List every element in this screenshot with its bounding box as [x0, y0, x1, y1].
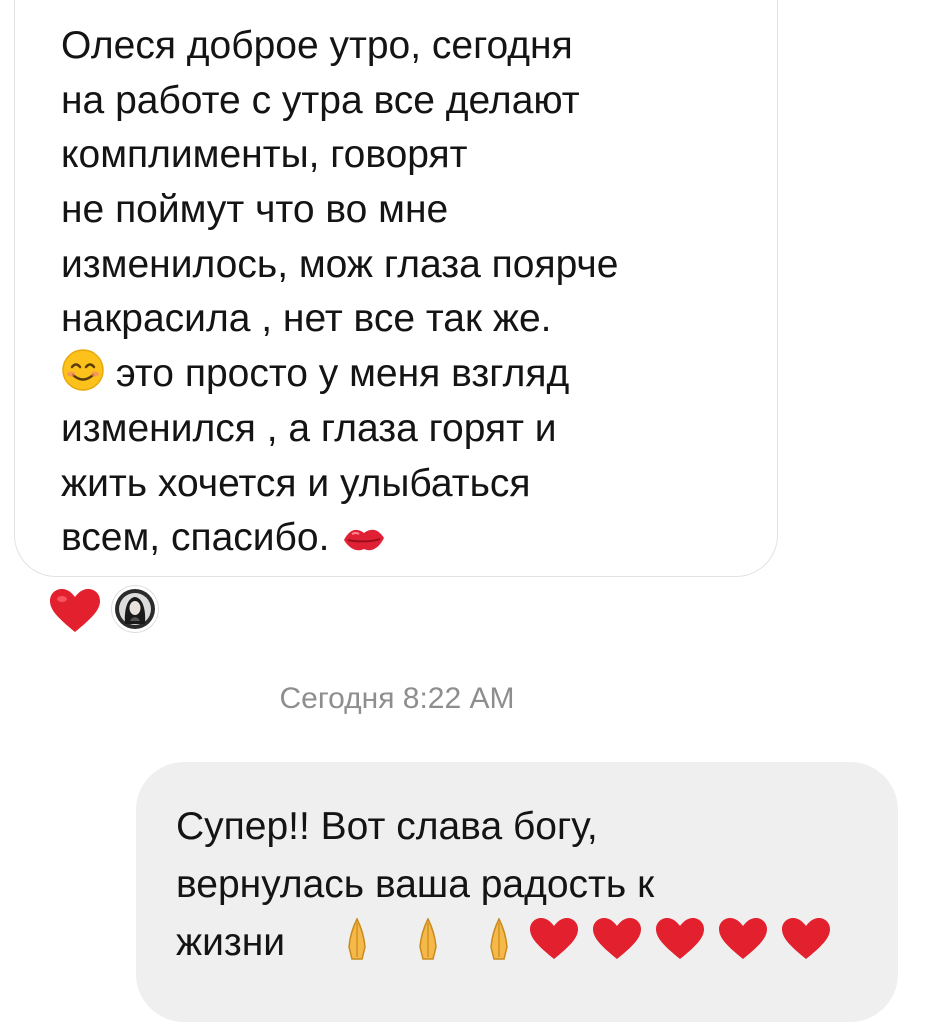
smiling-face-icon — [61, 348, 105, 408]
message-line: изменился , а глаза горят и — [61, 406, 557, 450]
message-line-with-emoji: это просто у меня взгляд — [61, 347, 618, 402]
message-line: не поймут что во мне — [61, 188, 449, 232]
message-line: вернулась ваша радость к — [176, 863, 655, 906]
message-line: накрасила , нет все так же. — [61, 297, 552, 341]
message-line: комплименты, говорят — [61, 133, 468, 177]
message-line: Супер!! Вот слава богу, — [176, 805, 598, 848]
red-heart-icon — [654, 917, 706, 978]
message-line: всем, спасибо. — [61, 516, 330, 560]
received-message-bubble[interactable]: Олеся доброе утро, сегодня на работе с у… — [14, 0, 778, 577]
red-heart-icon — [717, 917, 769, 978]
kiss-lips-icon — [340, 517, 388, 572]
message-line: на работе с утра все делают — [61, 78, 580, 122]
message-line-with-emoji: жизни — [176, 914, 832, 972]
message-line: жизни — [176, 921, 286, 964]
message-line-with-emoji: всем, спасибо. — [61, 511, 618, 566]
message-timestamp: Сегодня 8:22 AM — [279, 682, 515, 715]
reactor-avatar[interactable] — [112, 586, 158, 632]
red-heart-icon — [528, 917, 580, 978]
red-heart-icon — [780, 917, 832, 978]
red-heart-icon — [591, 917, 643, 978]
folded-hands-icon — [413, 917, 443, 978]
folded-hands-icon — [342, 917, 372, 978]
sent-message-bubble[interactable]: Супер!! Вот слава богу, вернулась ваша р… — [136, 762, 898, 1022]
message-line: жить хочется и улыбаться — [61, 461, 531, 505]
message-line: Олеся доброе утро, сегодня — [61, 24, 573, 67]
received-message-text: Олеся доброе утро, сегодня на работе с у… — [61, 19, 618, 566]
message-line: это просто у меня взгляд — [115, 352, 570, 396]
folded-hands-icon — [484, 917, 514, 978]
red-heart-icon[interactable] — [48, 588, 102, 639]
message-line: изменилось, мож глаза поярче — [61, 242, 619, 286]
sent-message-text: Супер!! Вот слава богу, вернулась ваша р… — [176, 798, 832, 972]
